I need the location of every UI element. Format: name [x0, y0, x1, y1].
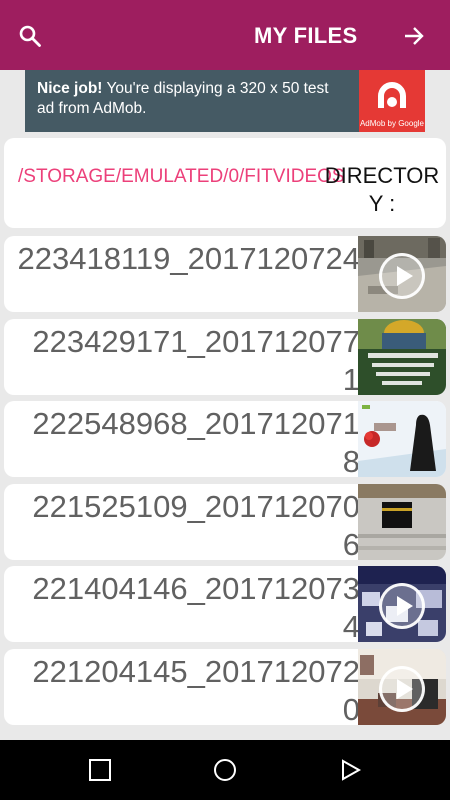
admob-logo: AdMob by Google [359, 70, 425, 132]
file-name: 221404146_2017120734 [32, 571, 360, 642]
video-thumbnail [358, 648, 446, 725]
file-name: 223418119_2017120724 [17, 241, 360, 276]
image-thumbnail [358, 401, 446, 477]
image-thumbnail [358, 483, 446, 560]
admob-icon [378, 82, 406, 108]
page-title: MY FILES [254, 23, 358, 48]
file-name: 221204145_2017120720 [32, 653, 360, 725]
arrow-forward-icon[interactable] [402, 24, 426, 48]
file-list-item[interactable]: 222548968_2017120718 [4, 401, 446, 477]
ad-banner[interactable]: Nice job! You're displaying a 320 x 50 t… [25, 70, 425, 132]
play-icon [379, 665, 425, 712]
file-list-item[interactable]: 221525109_2017120706 [4, 483, 446, 560]
file-list-item[interactable]: 223418119_2017120724 [4, 236, 446, 312]
back-triangle-icon[interactable] [340, 759, 362, 781]
directory-path: /STORAGE/EMULATED/0/FITVIDEOS [18, 166, 345, 187]
search-icon[interactable] [18, 24, 42, 48]
play-icon [379, 583, 425, 629]
thumbnail-image [358, 401, 446, 477]
recents-square-icon[interactable] [89, 759, 111, 781]
directory-header: /STORAGE/EMULATED/0/FITVIDEOS DIRECTORY … [4, 138, 446, 228]
thumbnail-image [358, 483, 446, 560]
file-name: 221525109_2017120706 [32, 488, 360, 560]
file-name: 223429171_2017120771 [32, 323, 360, 395]
thumbnail-image [358, 318, 446, 395]
directory-label: DIRECTORY : [324, 163, 440, 216]
video-thumbnail [358, 566, 446, 642]
home-circle-icon[interactable] [214, 759, 236, 781]
file-list-item[interactable]: 221204145_2017120720 [4, 648, 446, 725]
system-nav-bar [0, 740, 450, 800]
file-list-item[interactable]: 223429171_2017120771 [4, 318, 446, 395]
ad-text: Nice job! You're displaying a 320 x 50 t… [37, 79, 337, 119]
file-name: 222548968_2017120718 [32, 406, 360, 477]
file-list: 223418119_2017120724 223429171_201712077… [4, 236, 446, 731]
play-icon [379, 253, 425, 299]
image-thumbnail [358, 318, 446, 395]
file-list-item[interactable]: 221404146_2017120734 [4, 566, 446, 642]
ad-text-bold: Nice job! [37, 80, 103, 97]
app-bar: MY FILES [0, 0, 450, 70]
video-thumbnail [358, 236, 446, 312]
admob-caption: AdMob by Google [359, 119, 425, 128]
